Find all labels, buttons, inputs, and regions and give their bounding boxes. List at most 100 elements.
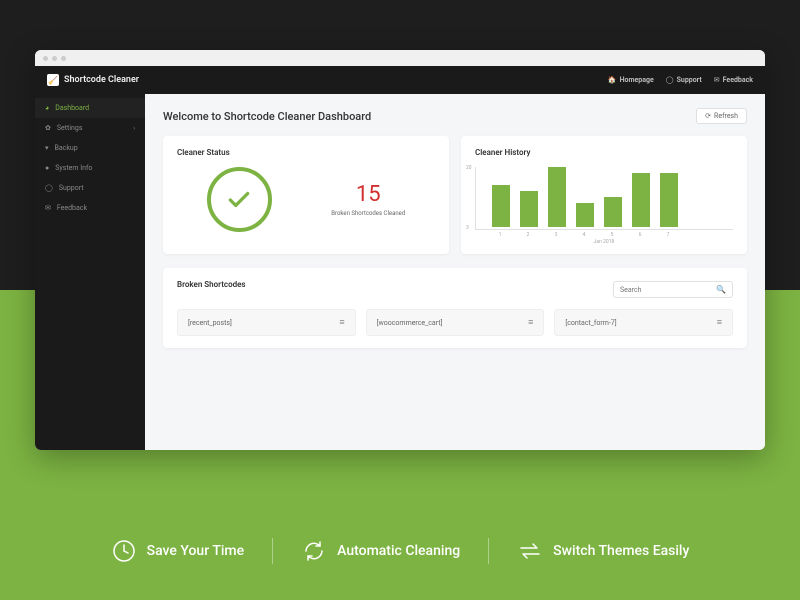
feature-label: Switch Themes Easily	[553, 543, 689, 559]
feedback-icon: ✉	[45, 204, 51, 212]
chart-area: 20 3	[475, 167, 733, 230]
y-tick: 20	[466, 165, 472, 171]
status-circle	[207, 167, 272, 232]
chart-bar	[492, 185, 510, 227]
feature-auto: Automatic Cleaning	[272, 538, 488, 564]
sidebar-item-label: Backup	[55, 144, 78, 152]
card-title: Cleaner Status	[177, 148, 435, 157]
switch-icon	[517, 538, 543, 564]
card-title: Cleaner History	[475, 148, 733, 157]
homepage-label: Homepage	[620, 76, 654, 84]
checkmark-icon	[226, 187, 252, 213]
chart-bar	[604, 197, 622, 227]
shortcode-item[interactable]: [recent_posts] ≡	[177, 309, 356, 336]
backup-icon: ▾	[45, 144, 49, 152]
sidebar-item-support[interactable]: ◯ Support	[35, 178, 145, 198]
broken-header: Broken Shortcodes 🔍	[177, 280, 733, 299]
sidebar-item-settings[interactable]: ✿ Settings ›	[35, 118, 145, 138]
homepage-link[interactable]: 🏠 Homepage	[608, 76, 654, 84]
x-tick: 2	[519, 232, 537, 238]
cleaner-history-card: Cleaner History 20 3	[461, 136, 747, 254]
app-window: 🧹 Shortcode Cleaner 🏠 Homepage ◯ Support…	[35, 50, 765, 450]
sidebar-item-label: Dashboard	[55, 104, 89, 112]
sidebar-item-label: System Info	[55, 164, 92, 172]
app-name: Shortcode Cleaner	[64, 75, 139, 85]
feature-label: Automatic Cleaning	[337, 543, 460, 559]
x-axis: 1 2 3 4 5 6 7	[475, 230, 733, 238]
feedback-link[interactable]: ✉ Feedback	[714, 76, 753, 84]
x-tick: 4	[575, 232, 593, 238]
shortcode-text: [woocommerce_cart]	[377, 319, 443, 327]
sidebar-item-label: Settings	[57, 124, 83, 132]
features-row: Save Your Time Automatic Cleaning Switch…	[0, 538, 800, 564]
x-tick: 1	[491, 232, 509, 238]
chart-bar	[660, 173, 678, 227]
page-title: Welcome to Shortcode Cleaner Dashboard	[163, 110, 371, 123]
cleaner-status-card: Cleaner Status 15 Broken Shortcodes Clea…	[163, 136, 449, 254]
sidebar-item-label: Support	[59, 184, 84, 192]
feature-label: Save Your Time	[147, 543, 245, 559]
x-tick: 5	[603, 232, 621, 238]
support-link[interactable]: ◯ Support	[666, 76, 702, 84]
search-icon: 🔍	[716, 285, 726, 294]
feature-switch: Switch Themes Easily	[488, 538, 717, 564]
shortcodes-list: [recent_posts] ≡ [woocommerce_cart] ≡ [c…	[177, 309, 733, 336]
status-body: 15 Broken Shortcodes Cleaned	[177, 167, 435, 232]
main-body: ◕ Dashboard ✿ Settings › ▾ Backup ● Syst…	[35, 94, 765, 450]
list-icon: ≡	[339, 317, 344, 328]
refresh-button[interactable]: ⟳ Refresh	[696, 108, 747, 124]
feedback-label: Feedback	[723, 76, 753, 84]
feature-time: Save Your Time	[83, 538, 273, 564]
sidebar-item-dashboard[interactable]: ◕ Dashboard	[35, 98, 145, 118]
window-titlebar	[35, 50, 765, 66]
broken-shortcodes-card: Broken Shortcodes 🔍 [recent_posts] ≡ [wo…	[163, 268, 747, 348]
sidebar-item-system-info[interactable]: ● System Info	[35, 158, 145, 178]
logo-icon: 🧹	[47, 74, 59, 86]
search-input[interactable]	[620, 286, 716, 294]
list-icon: ≡	[528, 317, 533, 328]
chevron-right-icon: ›	[133, 125, 135, 132]
main-content: Welcome to Shortcode Cleaner Dashboard ⟳…	[145, 94, 765, 450]
x-tick: 6	[631, 232, 649, 238]
app-body: 🧹 Shortcode Cleaner 🏠 Homepage ◯ Support…	[35, 66, 765, 450]
window-dot	[61, 56, 66, 61]
sidebar-item-backup[interactable]: ▾ Backup	[35, 138, 145, 158]
shortcode-text: [recent_posts]	[188, 319, 232, 327]
chart-bar	[520, 191, 538, 227]
sidebar-item-label: Feedback	[57, 204, 87, 212]
cards-row: Cleaner Status 15 Broken Shortcodes Clea…	[163, 136, 747, 254]
support-icon: ◯	[45, 184, 53, 192]
app-logo[interactable]: 🧹 Shortcode Cleaner	[47, 74, 139, 86]
chart-bar	[548, 167, 566, 227]
dashboard-icon: ◕	[45, 104, 49, 112]
shortcode-text: [contact_form-7]	[565, 319, 616, 327]
shortcode-item[interactable]: [woocommerce_cart] ≡	[366, 309, 545, 336]
shortcode-item[interactable]: [contact_form-7] ≡	[554, 309, 733, 336]
settings-icon: ✿	[45, 124, 51, 132]
support-label: Support	[677, 76, 702, 84]
list-icon: ≡	[717, 317, 722, 328]
sidebar: ◕ Dashboard ✿ Settings › ▾ Backup ● Syst…	[35, 94, 145, 450]
info-icon: ●	[45, 164, 49, 172]
status-count: 15	[331, 182, 405, 207]
chart-bar	[576, 203, 594, 227]
card-title: Broken Shortcodes	[177, 280, 246, 289]
topbar-links: 🏠 Homepage ◯ Support ✉ Feedback	[608, 76, 753, 84]
sidebar-item-feedback[interactable]: ✉ Feedback	[35, 198, 145, 218]
topbar: 🧹 Shortcode Cleaner 🏠 Homepage ◯ Support…	[35, 66, 765, 94]
page-header: Welcome to Shortcode Cleaner Dashboard ⟳…	[163, 108, 747, 124]
x-tick: 3	[547, 232, 565, 238]
search-box[interactable]: 🔍	[613, 281, 733, 298]
refresh-icon: ⟳	[705, 112, 711, 120]
chart-bar	[632, 173, 650, 227]
history-chart: 20 3 1	[475, 167, 733, 242]
x-tick: 7	[659, 232, 677, 238]
clock-icon	[111, 538, 137, 564]
refresh-icon	[301, 538, 327, 564]
window-dot	[43, 56, 48, 61]
status-label: Broken Shortcodes Cleaned	[331, 210, 405, 217]
y-tick: 3	[466, 225, 469, 231]
window-dot	[52, 56, 57, 61]
refresh-label: Refresh	[714, 112, 738, 120]
status-stat: 15 Broken Shortcodes Cleaned	[331, 182, 405, 217]
